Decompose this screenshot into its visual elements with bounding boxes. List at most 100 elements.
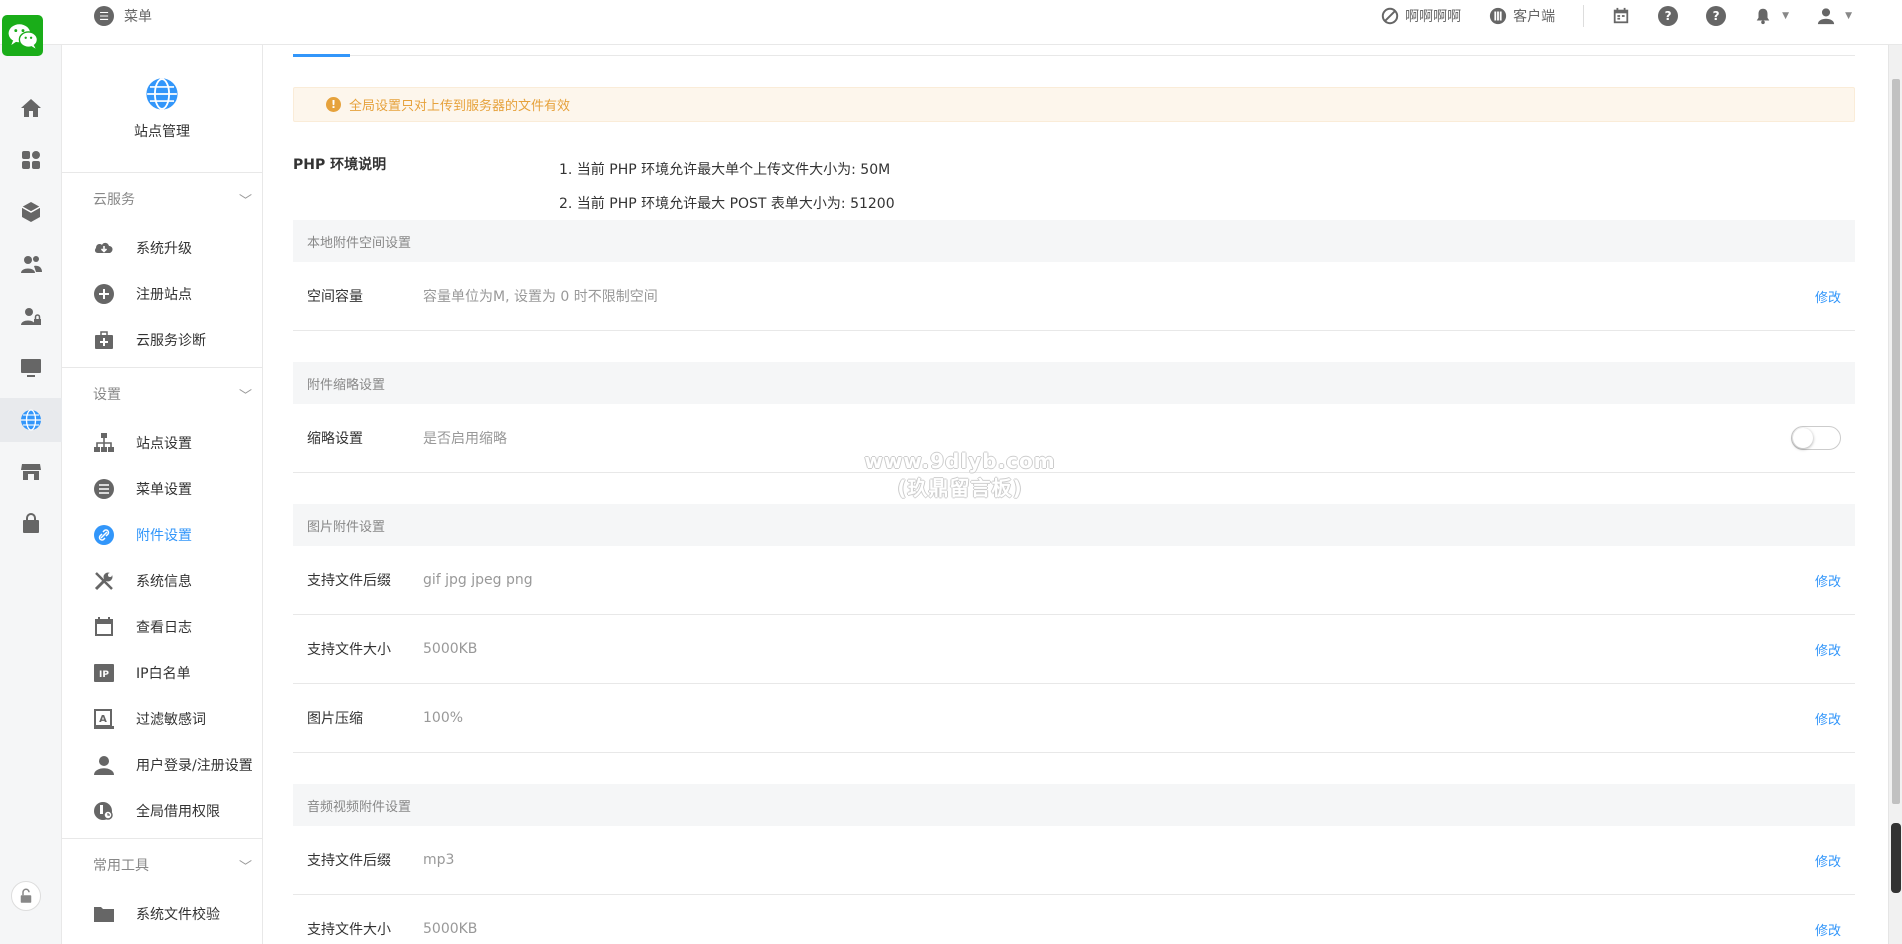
setting-value: 100%	[423, 710, 464, 726]
sidebar-item-ip-whitelist[interactable]: IP IP白名单	[62, 650, 262, 696]
sidebar-item-label: 云服务诊断	[136, 333, 206, 349]
group-title: 常用工具	[93, 858, 149, 874]
edit-link[interactable]: 修改	[1815, 709, 1855, 728]
group-title: 云服务	[93, 192, 135, 208]
sidebar-item-label: 过滤敏感词	[136, 712, 206, 728]
filter-text-icon: A	[93, 708, 115, 730]
scroll-indicator	[1891, 823, 1901, 893]
chevron-down-icon: ﹀	[238, 859, 252, 875]
edit-link[interactable]: 修改	[1815, 640, 1855, 659]
edit-link[interactable]: 修改	[1815, 920, 1855, 939]
store-icon[interactable]	[0, 450, 62, 494]
site-management[interactable]: 站点管理	[62, 45, 262, 173]
calendar-icon	[1613, 7, 1629, 24]
apps-icon[interactable]	[0, 138, 62, 182]
sidebar-item-attachment-settings[interactable]: 附件设置	[62, 512, 262, 558]
bell-icon	[1756, 8, 1770, 25]
plus-circle-icon	[93, 283, 115, 305]
scrollbar[interactable]	[1888, 45, 1902, 944]
help-button[interactable]: ?	[1658, 6, 1679, 26]
sidebar-item-system-info[interactable]: 系统信息	[62, 558, 262, 604]
setting-value: mp3	[423, 852, 455, 868]
sidebar-item-label: 系统文件校验	[136, 907, 220, 923]
section-local-storage: 本地附件空间设置	[293, 220, 1855, 262]
group-tools[interactable]: 常用工具 ﹀	[62, 839, 262, 891]
sidebar-item-system-upgrade[interactable]: 系统升级	[62, 225, 262, 271]
calendar-button[interactable]	[1612, 7, 1630, 25]
setting-value: gif jpg jpeg png	[423, 572, 533, 588]
package-icon[interactable]	[0, 190, 62, 234]
chevron-down-icon: ▼	[1782, 11, 1790, 21]
bag-icon[interactable]	[0, 502, 62, 546]
sidebar-item-filter-words[interactable]: A 过滤敏感词	[62, 696, 262, 742]
sitemap-icon	[93, 432, 115, 454]
client-label: 客户端	[1513, 9, 1556, 25]
setting-row: 图片压缩 100% 修改	[293, 684, 1855, 753]
edit-link[interactable]: 修改	[1815, 571, 1855, 590]
setting-value: 5000KB	[423, 641, 478, 657]
cloud-download-icon	[93, 237, 115, 259]
group-settings[interactable]: 设置 ﹀	[62, 368, 262, 420]
scrollbar-thumb[interactable]	[1892, 79, 1900, 804]
sidebar-item-file-check[interactable]: 系统文件校验	[62, 891, 262, 937]
tools-icon	[93, 570, 115, 592]
svg-text:A: A	[99, 714, 107, 725]
sidebar-item-cloud-diagnosis[interactable]: 云服务诊断	[62, 317, 262, 363]
users-icon[interactable]	[0, 242, 62, 286]
watermark-line: (玖鼎留言板)	[897, 476, 1023, 500]
account-name: 啊啊啊啊	[1405, 9, 1462, 25]
thumbnail-toggle[interactable]	[1791, 426, 1841, 450]
user-lock-icon[interactable]	[0, 294, 62, 338]
section-media: 音频视频附件设置	[293, 784, 1855, 826]
home-icon[interactable]	[0, 86, 62, 130]
edit-link[interactable]: 修改	[1815, 287, 1855, 306]
edit-link[interactable]: 修改	[1815, 851, 1855, 870]
help-button-2[interactable]: ?	[1706, 6, 1727, 26]
globe-icon	[146, 77, 178, 110]
menu-label: 菜单	[124, 9, 152, 25]
sidebar-item-login-settings[interactable]: 用户登录/注册设置	[62, 742, 262, 788]
active-tab-indicator	[293, 54, 350, 57]
setting-label: 支持文件大小	[307, 922, 391, 938]
header-divider	[1583, 5, 1585, 27]
sidebar-item-label: 系统升级	[136, 241, 192, 257]
ban-icon	[1381, 7, 1399, 25]
sidebar-item-site-settings[interactable]: 站点设置	[62, 420, 262, 466]
setting-value: 是否启用缩略	[423, 431, 507, 447]
sidebar-item-register-site[interactable]: 注册站点	[62, 271, 262, 317]
user-icon	[1817, 8, 1835, 25]
sidebar-item-menu-settings[interactable]: 菜单设置	[62, 466, 262, 512]
unlock-icon[interactable]	[11, 881, 41, 911]
setting-label: 图片压缩	[307, 711, 363, 727]
sidebar-item-label: 注册站点	[136, 287, 192, 303]
monitor-icon[interactable]	[0, 346, 62, 390]
user-icon	[93, 754, 115, 776]
notifications-button[interactable]: ▼	[1754, 7, 1789, 25]
sidebar-item-global-permission[interactable]: 全局借用权限	[62, 788, 262, 834]
setting-value: 容量单位为M, 设置为 0 时不限制空间	[423, 289, 658, 305]
notice-banner: ! 全局设置只对上传到服务器的文件有效	[293, 87, 1855, 122]
sidebar-item-view-logs[interactable]: 查看日志	[62, 604, 262, 650]
user-menu[interactable]: ▼	[1817, 7, 1852, 25]
globe-icon[interactable]	[0, 398, 62, 442]
question-icon: ?	[1706, 6, 1727, 26]
site-title: 站点管理	[134, 123, 190, 140]
setting-row: 支持文件大小 5000KB 修改	[293, 615, 1855, 684]
tab-bar	[293, 54, 1855, 57]
watermark: www.9dlyb.com (玖鼎留言板)	[850, 448, 1070, 502]
client-link[interactable]: 客户端	[1489, 6, 1555, 26]
php-env-line: 1. 当前 PHP 环境允许最大单个上传文件大小为: 50M	[559, 162, 891, 178]
sidebar-item-label: 全局借用权限	[136, 804, 220, 820]
section-thumbnail: 附件缩略设置	[293, 362, 1855, 404]
svg-text:IP: IP	[99, 670, 109, 680]
group-cloud[interactable]: 云服务 ﹀	[62, 173, 262, 225]
client-icon	[1490, 7, 1507, 25]
menu-toggle[interactable]: ☰ 菜单	[94, 6, 152, 26]
permission-icon	[93, 800, 115, 822]
group-title: 设置	[93, 387, 121, 403]
wechat-logo	[2, 15, 43, 56]
setting-row: 支持文件大小 5000KB 修改	[293, 895, 1855, 944]
account-switch[interactable]: 啊啊啊啊	[1381, 6, 1461, 26]
section-image: 图片附件设置	[293, 504, 1855, 546]
sidebar-item-label: IP白名单	[136, 666, 191, 682]
